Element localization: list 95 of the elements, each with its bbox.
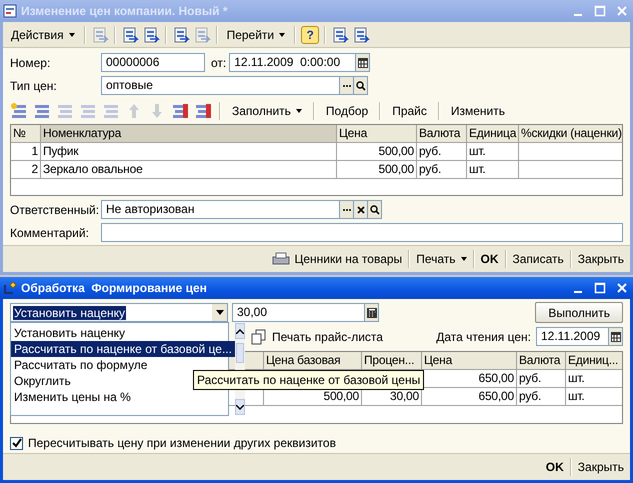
mode-combobox[interactable]: Установить наценку: [10, 303, 228, 322]
scroll-thumb[interactable]: [236, 343, 244, 363]
search-button[interactable]: [368, 200, 382, 219]
table-cell: шт.: [467, 161, 519, 178]
responsible-field[interactable]: Не авторизован: [101, 200, 340, 219]
table-cell-text: шт.: [567, 388, 586, 405]
date-field[interactable]: 12.11.2009: [536, 327, 609, 346]
field-label: Ответственный:: [10, 202, 100, 216]
maximize-icon: [594, 5, 606, 17]
search-button[interactable]: [354, 76, 368, 95]
close-text-button[interactable]: Закрыть: [574, 458, 628, 476]
toolbar-button[interactable]: Изменить: [446, 102, 510, 120]
column-header[interactable]: Единица: [467, 125, 519, 142]
price-type-field[interactable]: оптовые: [101, 76, 340, 95]
table-cell: Зеркало овальное: [41, 161, 337, 178]
table-cell: руб.: [417, 161, 467, 178]
processing-icon: [3, 281, 17, 295]
column-header[interactable]: Номенклатура: [41, 125, 337, 142]
ok-button[interactable]: OK: [542, 458, 568, 476]
field-label: Дата чтения цен:: [436, 330, 531, 344]
table-cell: 500,00: [337, 143, 417, 160]
value-field[interactable]: 30,00: [232, 303, 365, 322]
dropdown-option[interactable]: Рассчитать по наценке от базовой це...: [11, 341, 235, 357]
close-icon: [616, 282, 628, 294]
tooltip: Рассчитать по наценке от базовой цены: [193, 370, 424, 390]
maximize-icon: [594, 282, 606, 294]
table-cell: 1: [11, 143, 41, 160]
check-icon: [12, 438, 22, 448]
clear-icon: [356, 204, 366, 214]
calendar-button[interactable]: [609, 327, 623, 346]
toolbar-button[interactable]: Подбор: [322, 102, 372, 120]
table-cell: Пуфик: [41, 143, 337, 160]
column-header[interactable]: Валюта: [517, 352, 566, 369]
toolbar-button[interactable]: Печать прайс-листа: [268, 328, 387, 346]
menu-button[interactable]: Печать: [412, 250, 470, 268]
column-header[interactable]: Цена: [337, 125, 417, 142]
column-header[interactable]: Единиц...: [566, 352, 622, 369]
select-button[interactable]: [340, 200, 354, 219]
chevron-up-icon[interactable]: [236, 328, 244, 334]
window-title: Изменение цен компании. Новый *: [21, 4, 228, 18]
copy-icon[interactable]: [250, 328, 268, 346]
ellipsis-icon: [342, 84, 352, 88]
document-icon[interactable]: [120, 26, 139, 44]
calendar-button[interactable]: [356, 53, 370, 72]
help-button[interactable]: ?: [301, 26, 320, 44]
field-label: от:: [211, 56, 226, 70]
dropdown-arrow-icon: [216, 310, 224, 315]
menu-button[interactable]: Действия: [7, 26, 79, 44]
dropdown-option[interactable]: Изменить цены на %: [11, 389, 235, 405]
calculator-button[interactable]: [365, 303, 379, 322]
field-label: Номер:: [10, 56, 52, 70]
minimize-icon: [574, 291, 582, 293]
printer-icon: [272, 252, 290, 266]
dropdown-option[interactable]: Рассчитать по формуле: [11, 357, 235, 373]
calendar-icon: [610, 332, 620, 342]
comment-field[interactable]: [101, 223, 623, 242]
clear-button[interactable]: [354, 200, 368, 219]
toolbar-button[interactable]: Прайс: [388, 102, 431, 120]
recalc-checkbox[interactable]: Пересчитывать цену при изменении других реквизитов: [10, 436, 623, 450]
dropdown-option[interactable]: Установить наценку: [11, 325, 235, 341]
table-cell: руб.: [517, 388, 566, 405]
table-cell-text: шт.: [567, 370, 586, 387]
select-button[interactable]: [340, 76, 354, 95]
run-button[interactable]: Выполнить: [535, 302, 623, 323]
toolbar-button[interactable]: Ценники на товары: [268, 250, 406, 268]
table-cell: 500,00: [337, 161, 417, 178]
calculator-icon: [366, 308, 376, 318]
toolbar-button[interactable]: Записать: [508, 250, 568, 268]
documents-icon[interactable]: [142, 26, 160, 44]
column-header[interactable]: %скидки (наценки): [519, 125, 622, 142]
column-header[interactable]: Валюта: [417, 125, 467, 142]
chevron-down-icon[interactable]: [236, 404, 244, 410]
field-label: Комментарий:: [10, 226, 90, 240]
table-cell: шт.: [467, 143, 519, 160]
table-cell: руб.: [517, 370, 566, 387]
menu-button[interactable]: Перейти: [222, 26, 290, 44]
toolbar-button[interactable]: Закрыть: [574, 250, 628, 268]
close-icon: [616, 5, 628, 17]
form-icon: [3, 4, 17, 18]
search-icon: [356, 80, 366, 90]
column-header[interactable]: Процен...: [362, 352, 422, 369]
table-cell: руб.: [417, 143, 467, 160]
window-title: Обработка Формирование цен: [21, 281, 207, 295]
table-cell: 2: [11, 161, 41, 178]
date-field[interactable]: 12.11.2009 0:00:00: [229, 53, 356, 72]
toolbar-button[interactable]: Заполнить: [228, 102, 306, 120]
number-field[interactable]: 00000006: [101, 53, 205, 72]
calendar-icon: [358, 58, 368, 68]
column-header[interactable]: Цена: [422, 352, 517, 369]
ellipsis-icon: [342, 208, 352, 212]
search-icon: [370, 204, 380, 214]
column-header[interactable]: Цена базовая: [264, 352, 362, 369]
minimize-icon: [574, 14, 582, 16]
field-label: Тип цен:: [10, 78, 58, 92]
ok-button[interactable]: OK: [476, 250, 502, 268]
